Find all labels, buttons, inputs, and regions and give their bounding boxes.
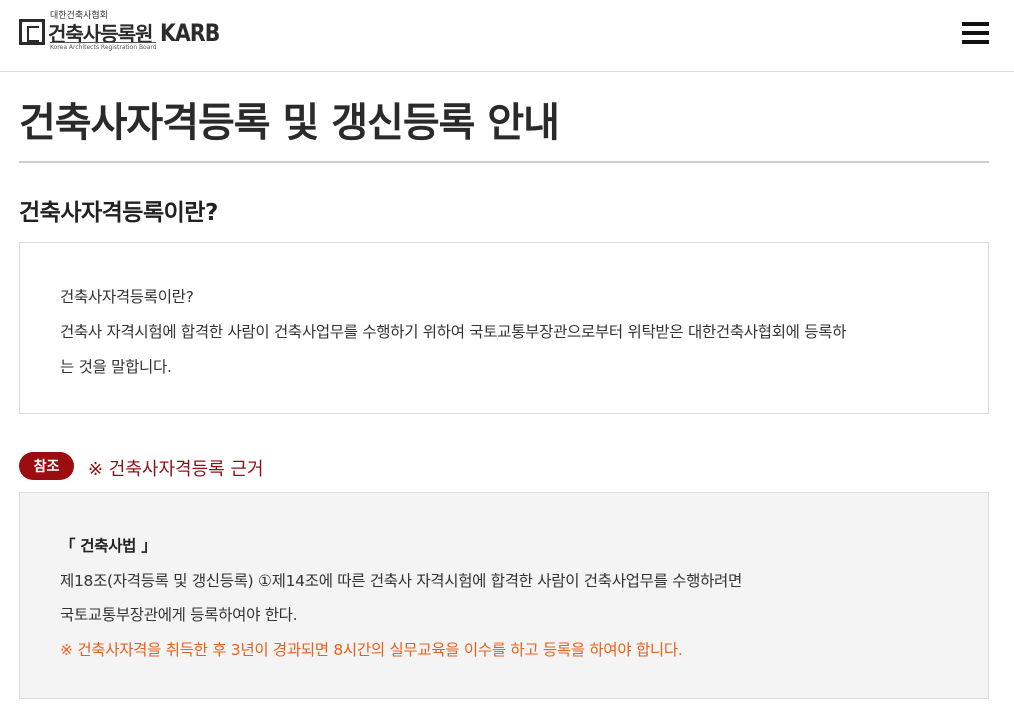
hamburger-menu-icon[interactable] (962, 20, 990, 46)
law-text-line: 제18조(자격등록 및 갱신등록) ①제14조에 따른 건축사 자격시험에 합격… (60, 572, 742, 590)
definition-line: 건축사자격등록이란? (60, 288, 194, 306)
education-note: ※ 건축사자격을 취득한 후 3년이 경과되면 8시간의 실무교육을 이수를 하… (60, 641, 683, 659)
law-text-line: 국토교통부장관에게 등록하여야 한다. (60, 606, 298, 624)
reference-box: 「 건축사법 」 제18조(자격등록 및 갱신등록) ①제14조에 따른 건축사… (19, 492, 989, 699)
site-header: 대한건축사협회 건축사등록원 Korea Architects Registra… (0, 0, 1014, 72)
law-name: 「 건축사법 」 (60, 537, 157, 555)
definition-line: 는 것을 말합니다. (60, 358, 172, 376)
definition-box: 건축사자격등록이란? 건축사 자격시험에 합격한 사람이 건축사업무를 수행하기… (19, 242, 989, 414)
reference-title: ※ 건축사자격등록 근거 (88, 459, 264, 480)
reference-badge: 참조 (19, 452, 74, 480)
definition-line: 건축사 자격시험에 합격한 사람이 건축사업무를 수행하기 위하여 국토교통부장… (60, 323, 847, 341)
logo-abbreviation: KARB (160, 19, 220, 47)
title-divider (19, 161, 989, 163)
section-heading: 건축사자격등록이란? (19, 200, 218, 226)
logo-english-name: Korea Architects Registration Board (50, 42, 156, 51)
page-title: 건축사자격등록 및 갱신등록 안내 (19, 100, 560, 146)
logo-mark-icon (19, 19, 45, 45)
